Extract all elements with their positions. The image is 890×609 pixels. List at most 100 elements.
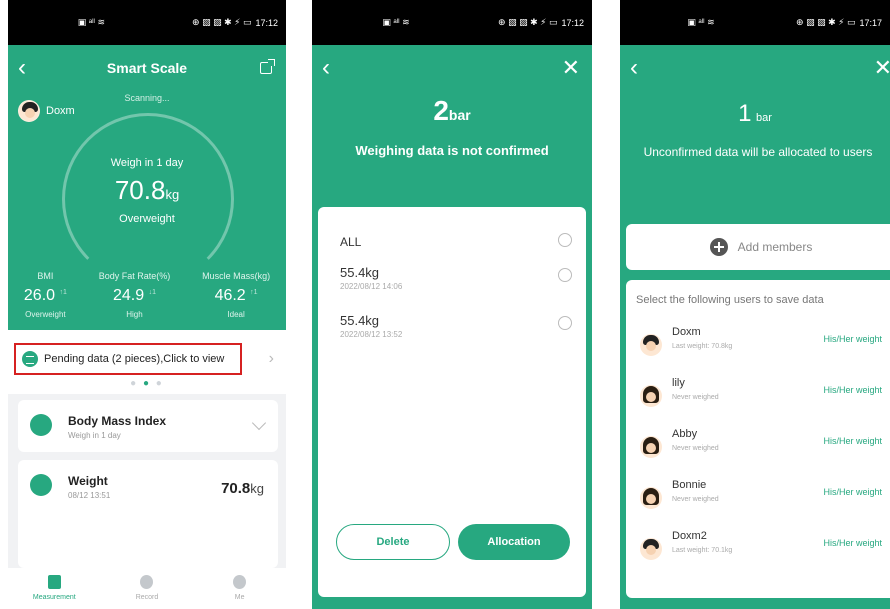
- user-subtitle: Never weighed: [672, 445, 719, 452]
- user-list: Select the following users to save data …: [626, 280, 890, 598]
- user-name: Doxm2: [672, 530, 707, 542]
- user-switcher[interactable]: Doxm: [18, 100, 75, 122]
- plus-icon: [709, 238, 728, 256]
- chevron-down-icon[interactable]: [251, 415, 267, 431]
- pending-text: Pending data (2 pieces),Click to view: [44, 353, 225, 365]
- allocate-users-screen: ▣ ᵃˡˡ ≋ ⊕ ▧ ▧ ✱ ⚡ ▭ 17:17 ‹ ✕ 1 bar Unco…: [620, 0, 890, 609]
- user-subtitle: Never weighed: [672, 394, 719, 401]
- gauge-number: 70.8: [114, 175, 166, 205]
- weight-unit: kg: [250, 481, 264, 496]
- user-name: Doxm: [46, 105, 75, 117]
- status-time: 17:12: [561, 17, 584, 28]
- add-members-button[interactable]: Add members: [626, 224, 890, 270]
- weight-card[interactable]: Weight 08/12 13:51 70.8kg: [18, 460, 278, 568]
- status-left-icons: ▣ ᵃˡˡ ≋: [382, 17, 410, 27]
- list-item[interactable]: 55.4kg 2022/08/12 13:52: [340, 313, 586, 339]
- add-members-label: Add members: [737, 240, 813, 254]
- assign-weight-button[interactable]: His/Her weight: [823, 385, 882, 395]
- user-name: lily: [672, 377, 685, 389]
- metric-label: Muscle Mass(kg): [202, 271, 271, 281]
- trend-arrow-icon: ↑1: [250, 288, 258, 296]
- list-item[interactable]: Abby Never weighed His/Her weight: [626, 426, 890, 470]
- list-item[interactable]: lily Never weighed His/Her weight: [626, 375, 890, 419]
- back-icon[interactable]: ‹: [322, 56, 330, 80]
- status-icons: ⊕ ▧ ▧ ✱ ⚡ ▭: [498, 17, 558, 27]
- status-left-icons: ▣ ᵃˡˡ ≋: [687, 17, 715, 27]
- tab-label: Me: [234, 594, 245, 601]
- all-label: ALL: [340, 235, 362, 249]
- pending-data-button[interactable]: Pending data (2 pieces),Click to view: [14, 343, 242, 375]
- close-icon[interactable]: ✕: [562, 57, 580, 79]
- radio-record[interactable]: [558, 316, 572, 330]
- scale-icon: [30, 474, 52, 496]
- chevron-right-icon[interactable]: ›: [269, 350, 274, 368]
- list-item[interactable]: 55.4kg 2022/08/12 14:06: [340, 265, 586, 291]
- weight-value: 70.8kg: [221, 480, 264, 497]
- metric-status: Overweight: [25, 310, 66, 319]
- user-name: Bonnie: [672, 479, 707, 491]
- back-icon[interactable]: ‹: [630, 56, 638, 80]
- close-icon[interactable]: ✕: [874, 57, 890, 79]
- allocation-button[interactable]: Allocation: [458, 524, 570, 560]
- back-icon[interactable]: ‹: [18, 56, 26, 80]
- assign-weight-button[interactable]: His/Her weight: [823, 538, 882, 548]
- user-subtitle: Never weighed: [672, 496, 719, 503]
- count-number: 1: [738, 100, 752, 127]
- select-all-row[interactable]: ALL: [340, 233, 586, 251]
- avatar: [640, 334, 662, 356]
- status-bar: ▣ ᵃˡˡ ≋ ⊕ ▧ ▧ ✱ ⚡ ▭ 17:12: [8, 0, 286, 45]
- list-item[interactable]: Bonnie Never weighed His/Her weight: [626, 477, 890, 521]
- tab-me[interactable]: Me: [205, 568, 275, 609]
- record-value: 55.4kg: [340, 265, 380, 280]
- status-message: Unconfirmed data will be allocated to us…: [643, 145, 873, 159]
- list-item[interactable]: Doxm Last weight: 70.8kg His/Her weight: [626, 324, 890, 368]
- database-icon: [22, 351, 38, 367]
- status-time: 17:17: [859, 17, 882, 28]
- assign-weight-button[interactable]: His/Her weight: [823, 487, 882, 497]
- metric-muscle-mass[interactable]: Muscle Mass(kg) 46.2 ↑1 Ideal: [202, 271, 270, 319]
- record-value: 55.4kg: [340, 313, 380, 328]
- metric-value-wrap: 24.9 ↓1: [99, 287, 171, 305]
- metric-label: BMI: [37, 271, 54, 281]
- page-title: Smart Scale: [106, 60, 188, 76]
- nav-bar: ‹ ✕: [620, 45, 890, 91]
- trend-arrow-icon: ↑1: [59, 288, 67, 296]
- status-right: ⊕ ▧ ▧ ✱ ⚡ ▭ 17:12: [498, 17, 584, 28]
- tab-measurement[interactable]: Measurement: [19, 568, 89, 609]
- assign-weight-button[interactable]: His/Her weight: [823, 436, 882, 446]
- share-icon[interactable]: [260, 59, 275, 74]
- card-title: Body Mass Index: [68, 414, 167, 428]
- record-date: 2022/08/12 14:06: [340, 282, 403, 291]
- delete-button[interactable]: Delete: [336, 524, 450, 560]
- radio-record[interactable]: [558, 268, 572, 282]
- avatar: [640, 487, 662, 509]
- avatar: [640, 538, 662, 560]
- smart-scale-screen: ▣ ᵃˡˡ ≋ ⊕ ▧ ▧ ✱ ⚡ ▭ 17:12 ‹ Smart Scale …: [8, 0, 286, 609]
- metric-body-fat[interactable]: Body Fat Rate(%) 24.9 ↓1 High: [99, 271, 171, 319]
- metric-value: 24.9: [112, 287, 145, 304]
- metric-bmi[interactable]: BMI 26.0 ↑1 Overweight: [24, 271, 67, 319]
- card-title: Weight: [68, 474, 108, 488]
- list-header: Select the following users to save data: [636, 294, 824, 306]
- metrics-row: BMI 26.0 ↑1 Overweight Body Fat Rate(%) …: [8, 271, 286, 319]
- count-number: 2: [433, 95, 449, 126]
- metric-status: High: [126, 310, 143, 319]
- list-item[interactable]: Doxm2 Last weight: 70.1kg His/Her weight: [626, 528, 890, 572]
- trend-arrow-icon: ↓1: [148, 288, 156, 296]
- records-panel: ALL 55.4kg 2022/08/12 14:06 55.4kg 2022/…: [318, 207, 586, 597]
- radio-all[interactable]: [558, 233, 572, 247]
- clock-icon: [140, 575, 154, 589]
- person-icon: [30, 414, 52, 436]
- unconfirmed-data-screen: ▣ ᵃˡˡ ≋ ⊕ ▧ ▧ ✱ ⚡ ▭ 17:12 ‹ ✕ 2bar Weigh…: [312, 0, 592, 609]
- status-right: ⊕ ▧ ▧ ✱ ⚡ ▭ 17:17: [796, 17, 882, 28]
- status-icons: ⊕ ▧ ▧ ✱ ⚡ ▭: [796, 17, 856, 27]
- bmi-card[interactable]: Body Mass Index Weigh in 1 day: [18, 400, 278, 452]
- assign-weight-button[interactable]: His/Her weight: [823, 334, 882, 344]
- user-name: Abby: [672, 428, 698, 440]
- tab-record[interactable]: Record: [112, 568, 182, 609]
- gauge-unit: kg: [165, 187, 180, 202]
- user-subtitle: Last weight: 70.8kg: [672, 343, 733, 350]
- record-date: 2022/08/12 13:52: [340, 330, 403, 339]
- card-subtitle: Weigh in 1 day: [68, 431, 121, 440]
- tab-label: Measurement: [32, 594, 76, 601]
